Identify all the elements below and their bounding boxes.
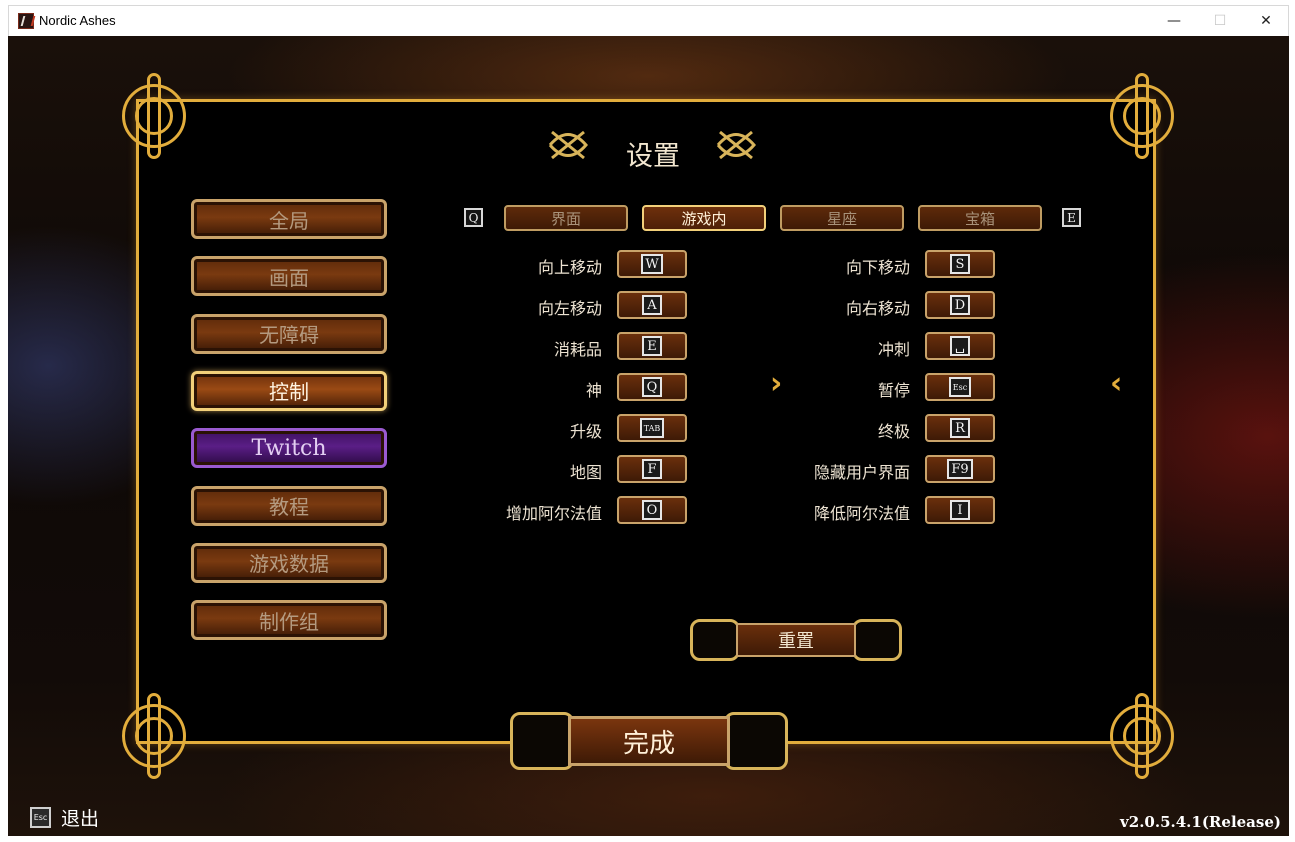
esc-key-icon: Esc	[30, 807, 51, 828]
sidebar-item[interactable]: 游戏数据	[191, 542, 387, 583]
keybind-button[interactable]: Esc	[925, 373, 995, 401]
binding-action-label: 升级	[569, 422, 602, 441]
celtic-knot-icon	[510, 712, 574, 770]
sidebar-item[interactable]: Twitch	[191, 428, 387, 469]
binding-action-label: 向上移动	[537, 258, 602, 277]
celtic-knot-icon	[1110, 693, 1174, 779]
reset-button[interactable]: 重置	[690, 619, 902, 661]
settings-title-plate: 设置	[548, 128, 758, 172]
settings-tab[interactable]: 界面	[504, 205, 628, 231]
keybind-key-icon: A	[642, 295, 662, 315]
window-titlebar: Nordic Ashes — ☐ ✕	[8, 5, 1289, 36]
keybind-key-icon: ␣	[950, 336, 970, 356]
tab-next-key: E	[1062, 208, 1081, 227]
binding-action-label: 向左移动	[537, 299, 602, 318]
binding-action-label: 神	[585, 381, 602, 400]
keybind-button[interactable]: O	[617, 496, 687, 524]
celtic-knot-icon	[1110, 73, 1174, 159]
keybind-button[interactable]: W	[617, 250, 687, 278]
binding-action-label: 消耗品	[553, 340, 602, 359]
keybind-button[interactable]: TAB	[617, 414, 687, 442]
app-icon	[18, 13, 34, 29]
close-button[interactable]: ✕	[1243, 6, 1289, 36]
keybind-button[interactable]: S	[925, 250, 995, 278]
keybind-key-icon: Q	[642, 377, 662, 397]
sidebar-item[interactable]: 制作组	[191, 600, 387, 641]
done-button-label: 完成	[568, 716, 730, 766]
binding-action-label: 向右移动	[845, 299, 910, 318]
keybind-key-icon: I	[950, 500, 970, 520]
keybind-button[interactable]: I	[925, 496, 995, 524]
sidebar-item[interactable]: 控制	[191, 370, 387, 411]
celtic-knot-icon	[122, 693, 186, 779]
sidebar-item[interactable]: 无障碍	[191, 313, 387, 354]
keybind-key-icon: D	[950, 295, 970, 315]
keybind-key-icon: F	[642, 459, 662, 479]
keybind-button[interactable]: ␣	[925, 332, 995, 360]
keybind-key-icon: W	[641, 254, 663, 274]
keybind-key-icon: O	[642, 500, 662, 520]
keybind-button[interactable]: Q	[617, 373, 687, 401]
binding-action-label: 冲刺	[877, 340, 910, 359]
window-title: Nordic Ashes	[39, 13, 116, 28]
settings-tab[interactable]: 游戏内	[642, 205, 766, 231]
keybind-button[interactable]: R	[925, 414, 995, 442]
sidebar-item[interactable]: 教程	[191, 485, 387, 526]
binding-action-label: 降低阿尔法值	[813, 504, 910, 523]
reset-button-label: 重置	[736, 623, 856, 657]
keybind-key-icon: R	[950, 418, 970, 438]
binding-action-label: 增加阿尔法值	[505, 504, 602, 523]
keybind-button[interactable]: E	[617, 332, 687, 360]
tab-prev-key: Q	[464, 208, 483, 227]
keybind-key-icon: F9	[947, 459, 973, 479]
maximize-button[interactable]: ☐	[1197, 6, 1243, 36]
version-label: v2.0.5.4.1(Release)	[1120, 813, 1281, 831]
keybind-button[interactable]: F9	[925, 455, 995, 483]
chevron-left-icon[interactable]: ‹	[1110, 366, 1122, 401]
chevron-right-icon[interactable]: ›	[770, 366, 782, 401]
keybind-key-icon: Esc	[948, 377, 972, 397]
binding-action-label: 终极	[877, 422, 910, 441]
settings-tab[interactable]: 宝箱	[918, 205, 1042, 231]
keybind-key-icon: E	[642, 336, 662, 356]
keybind-button[interactable]: F	[617, 455, 687, 483]
done-button[interactable]: 完成	[510, 712, 788, 770]
page-title: 设置	[626, 141, 680, 172]
celtic-knot-icon	[690, 619, 740, 661]
keybind-button[interactable]: D	[925, 291, 995, 319]
sidebar-item[interactable]: 画面	[191, 256, 387, 297]
settings-tab[interactable]: 星座	[780, 205, 904, 231]
exit-label: 退出	[61, 808, 100, 830]
binding-action-label: 地图	[569, 463, 602, 482]
celtic-knot-icon	[852, 619, 902, 661]
binding-action-label: 向下移动	[845, 258, 910, 277]
minimize-button[interactable]: —	[1151, 6, 1197, 36]
celtic-knot-icon	[122, 73, 186, 159]
sidebar-item[interactable]: 全局	[191, 199, 387, 239]
exit-button[interactable]: Esc 退出	[30, 804, 99, 831]
game-viewport: 设置 全局 画面 无障碍 控制 Twitch 教程 游戏数据 制作组 Q 界面 游戏内 星座 宝箱 …	[8, 36, 1289, 836]
keybind-key-icon: S	[950, 254, 970, 274]
binding-action-label: 隐藏用户界面	[813, 463, 910, 482]
keybind-button[interactable]: A	[617, 291, 687, 319]
keybind-key-icon: TAB	[639, 418, 665, 438]
celtic-knot-icon	[724, 712, 788, 770]
